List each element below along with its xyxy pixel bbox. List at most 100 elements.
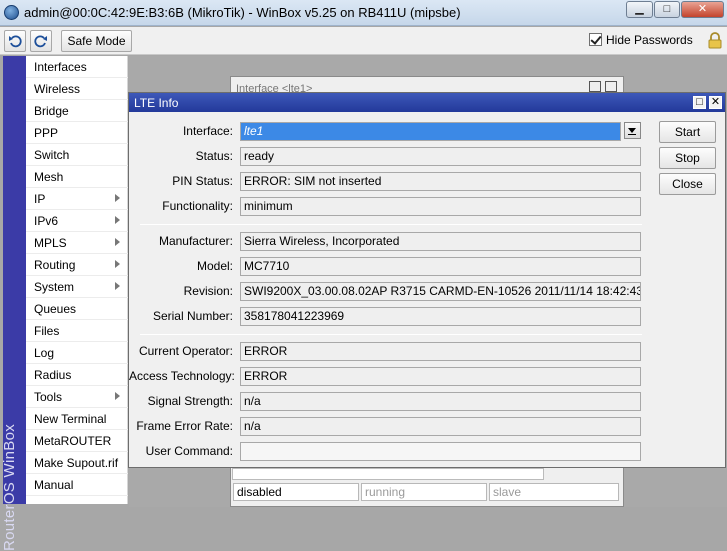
menu-item-files[interactable]: Files [26, 320, 128, 342]
close-window-button[interactable]: ✕ [681, 1, 724, 18]
submenu-arrow-icon [115, 216, 120, 224]
frame-error-rate-label: Frame Error Rate: [136, 419, 233, 433]
window-titlebar: admin@00:0C:42:9E:B3:6B (MikroTik) - Win… [0, 0, 727, 26]
menu-item-label: IP [34, 192, 46, 206]
submenu-arrow-icon [115, 238, 120, 246]
menu-item-label: Switch [34, 148, 70, 162]
serial-number-label: Serial Number: [152, 309, 233, 323]
lte-info-dialog: LTE Info □ ✕ Interface: lte1 Status: rea… [128, 92, 726, 468]
menu-item-bridge[interactable]: Bridge [26, 100, 128, 122]
menu-item-mesh[interactable]: Mesh [26, 166, 128, 188]
menu-item-ipv6[interactable]: IPv6 [26, 210, 128, 232]
maximize-icon: □ [663, 3, 671, 15]
menu-item-routing[interactable]: Routing [26, 254, 128, 276]
minimize-button[interactable]: ▁ [626, 1, 653, 18]
routeros-side-strip: RouterOS WinBox [1, 56, 26, 551]
submenu-arrow-icon [115, 282, 120, 290]
interface-window-field [232, 468, 544, 480]
window-title: admin@00:0C:42:9E:B3:6B (MikroTik) - Win… [24, 5, 461, 20]
functionality-field: minimum [240, 197, 641, 216]
menu-item-interfaces[interactable]: Interfaces [26, 56, 128, 78]
lte-info-title: LTE Info [134, 96, 179, 110]
menu-item-metarouter[interactable]: MetaROUTER [26, 430, 128, 452]
pin-status-label: PIN Status: [172, 174, 233, 188]
menu-item-make-supout-rif[interactable]: Make Supout.rif [26, 452, 128, 474]
menu-item-label: Interfaces [34, 60, 87, 74]
status-slave: slave [489, 483, 619, 501]
current-operator-field: ERROR [240, 342, 641, 361]
menu-item-switch[interactable]: Switch [26, 144, 128, 166]
signal-strength-field: n/a [240, 392, 641, 411]
interface-dropdown-button[interactable] [624, 122, 641, 139]
interface-window-maximize-button[interactable] [589, 81, 601, 92]
toolbar: Safe Mode Hide Passwords [0, 27, 727, 55]
status-label: Status: [195, 149, 233, 163]
menu-item-label: Routing [34, 258, 76, 272]
routeros-winbox-label: RouterOS WinBox [1, 423, 18, 551]
menu-item-tools[interactable]: Tools [26, 386, 128, 408]
lock-icon [708, 32, 722, 49]
menu-item-label: PPP [34, 126, 59, 140]
menu-item-system[interactable]: System [26, 276, 128, 298]
menu-item-label: Make Supout.rif [34, 456, 119, 470]
manufacturer-label: Manufacturer: [158, 234, 233, 248]
menu-item-radius[interactable]: Radius [26, 364, 128, 386]
redo-icon [34, 35, 47, 48]
lte-info-titlebar[interactable]: LTE Info □ ✕ [129, 93, 725, 112]
menu-item-label: Files [34, 324, 60, 338]
status-field: ready [240, 147, 641, 166]
interface-value: lte1 [244, 124, 264, 138]
hide-passwords-checkbox[interactable] [589, 33, 602, 46]
model-field: MC7710 [240, 257, 641, 276]
menu-item-label: Log [34, 346, 55, 360]
interface-select[interactable]: lte1 [240, 122, 621, 141]
stop-button[interactable]: Stop [659, 147, 716, 169]
redo-button[interactable] [30, 30, 52, 52]
model-label: Model: [196, 259, 233, 273]
pin-status-field: ERROR: SIM not inserted [240, 172, 641, 191]
winbox-app-icon [4, 5, 19, 20]
hide-passwords-toggle[interactable]: Hide Passwords [589, 33, 693, 49]
user-command-label: User Command: [145, 444, 233, 458]
menu-item-new-terminal[interactable]: New Terminal [26, 408, 128, 430]
start-button[interactable]: Start [659, 121, 716, 143]
menu-item-label: Queues [34, 302, 77, 316]
safe-mode-button[interactable]: Safe Mode [61, 30, 132, 52]
main-menu: Interfaces Wireless Bridge PPP Switch Mesh IP I… [26, 56, 128, 504]
status-running: running [361, 483, 487, 501]
interface-label: Interface: [182, 124, 233, 138]
menu-item-queues[interactable]: Queues [26, 298, 128, 320]
close-button[interactable]: Close [659, 173, 716, 195]
menu-item-manual[interactable]: Manual [26, 474, 128, 496]
menu-item-label: Tools [34, 390, 63, 404]
close-icon: ✕ [697, 3, 708, 15]
undo-icon [9, 35, 22, 48]
status-disabled: disabled [233, 483, 359, 501]
revision-field: SWI9200X_03.00.08.02AP R3715 CARMD-EN-10… [240, 282, 641, 301]
dialog-maximize-button[interactable]: □ [693, 96, 706, 109]
menu-item-log[interactable]: Log [26, 342, 128, 364]
close-icon: ✕ [710, 96, 721, 108]
frame-error-rate-field: n/a [240, 417, 641, 436]
interface-window-close-button[interactable] [605, 81, 617, 92]
menu-item-label: Mesh [34, 170, 64, 184]
maximize-icon: □ [696, 96, 703, 108]
menu-item-label: Radius [34, 368, 72, 382]
submenu-arrow-icon [115, 194, 120, 202]
menu-item-label: MPLS [34, 236, 67, 250]
menu-item-label: Bridge [34, 104, 69, 118]
menu-item-label: New Terminal [34, 412, 107, 426]
current-operator-label: Current Operator: [138, 344, 233, 358]
hide-passwords-label: Hide Passwords [606, 33, 693, 47]
menu-item-wireless[interactable]: Wireless [26, 78, 128, 100]
menu-item-label: Wireless [34, 82, 81, 96]
menu-item-ip[interactable]: IP [26, 188, 128, 210]
functionality-label: Functionality: [162, 199, 233, 213]
user-command-input[interactable] [240, 442, 641, 461]
menu-item-mpls[interactable]: MPLS [26, 232, 128, 254]
maximize-button[interactable]: □ [654, 1, 680, 18]
dialog-close-button[interactable]: ✕ [709, 96, 722, 109]
menu-item-ppp[interactable]: PPP [26, 122, 128, 144]
undo-button[interactable] [4, 30, 26, 52]
menu-item-label: Manual [34, 478, 74, 492]
